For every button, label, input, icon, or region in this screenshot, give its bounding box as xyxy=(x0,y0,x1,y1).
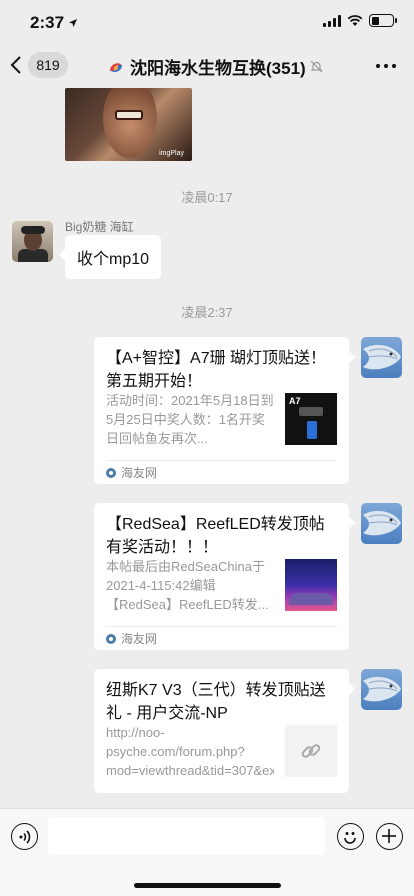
card-title: 【RedSea】ReefLED转发顶帖有奖活动！！！ xyxy=(106,516,325,556)
thumbnail-label: A7 xyxy=(289,396,301,406)
battery-icon xyxy=(369,14,397,27)
card-title: 【A+智控】A7珊 瑚灯顶贴送！第五期开始！ xyxy=(106,350,327,390)
link-icon xyxy=(301,744,321,758)
emoji-button[interactable] xyxy=(337,823,364,850)
unread-count-badge: 819 xyxy=(28,52,68,78)
card-title: 纽斯K7 V3（三代）转发顶贴送礼 - 用户交流-NP xyxy=(106,682,326,722)
plus-button[interactable] xyxy=(376,823,403,850)
status-bar: 2:37 xyxy=(0,0,414,46)
time-divider: 凌晨2:37 xyxy=(181,305,233,320)
link-card[interactable]: 【RedSea】ReefLED转发顶帖有奖活动！！！ 本帖最后由RedSeaCh… xyxy=(94,503,355,650)
my-avatar[interactable] xyxy=(361,669,402,710)
card-description: 本帖最后由RedSeaChina于2021-4-115:42编辑【RedSea】… xyxy=(106,559,269,612)
home-indicator[interactable] xyxy=(134,883,281,888)
more-dots-icon xyxy=(376,64,380,68)
image-watermark: imgPlay xyxy=(159,150,184,157)
voice-button[interactable] xyxy=(11,823,38,850)
fish-avatar-icon xyxy=(363,344,401,370)
group-logo-icon xyxy=(110,62,122,72)
fish-avatar-icon xyxy=(363,676,401,702)
link-card[interactable]: 【A+智控】A7珊 瑚灯顶贴送！第五期开始！ 活动时间：2021年5月18日到5… xyxy=(94,337,355,484)
my-avatar[interactable] xyxy=(361,503,402,544)
source-icon xyxy=(106,467,116,478)
card-thumbnail: A7 xyxy=(285,393,337,445)
sender-name: Big奶糖 海缸 xyxy=(65,220,134,234)
nav-bar: 819 沈阳海水生物互换(351) xyxy=(0,46,414,88)
status-indicators xyxy=(323,14,397,27)
more-button[interactable] xyxy=(376,64,396,68)
clock-text: 2:37 xyxy=(30,13,65,32)
source-icon xyxy=(106,633,116,644)
card-source-name: 海友网 xyxy=(121,466,158,480)
link-card[interactable]: 纽斯K7 V3（三代）转发顶贴送礼 - 用户交流-NP http://noo-p… xyxy=(94,669,355,793)
chat-area[interactable]: imgPlay 凌晨0:17 Big奶糖 海缸 收个mp10 凌晨2:37 【A… xyxy=(0,88,414,808)
wifi-icon xyxy=(347,14,363,26)
card-thumbnail xyxy=(285,559,337,611)
group-title: 沈阳海水生物互换(351) xyxy=(130,59,306,78)
plus-icon xyxy=(382,829,396,843)
card-thumbnail xyxy=(285,725,337,777)
back-button[interactable]: 819 xyxy=(10,52,68,78)
message-input[interactable] xyxy=(48,817,325,855)
image-message[interactable]: imgPlay xyxy=(65,88,192,161)
time-divider: 凌晨0:17 xyxy=(181,190,233,205)
card-description: 活动时间：2021年5月18日到5月25日中奖人数：1名开奖日回帖鱼友再次... xyxy=(106,393,274,446)
emoji-icon xyxy=(344,832,356,844)
location-arrow-icon xyxy=(69,19,78,27)
card-source: 海友网 xyxy=(106,626,337,650)
cellular-signal-icon xyxy=(323,14,341,27)
voice-icon xyxy=(19,829,30,844)
text-message[interactable]: 收个mp10 xyxy=(58,235,162,279)
chat-title[interactable]: 沈阳海水生物互换(351) xyxy=(106,54,323,79)
status-time: 2:37 xyxy=(30,13,78,33)
mute-bell-icon xyxy=(310,60,323,73)
fish-avatar-icon xyxy=(363,510,401,536)
my-avatar[interactable] xyxy=(361,337,402,378)
card-source: 海友网 xyxy=(106,460,337,484)
sender-avatar[interactable] xyxy=(12,221,53,262)
card-source-name: 海友网 xyxy=(121,632,158,646)
card-description: http://noo-psyche.com/forum.php?mod=view… xyxy=(106,725,274,778)
chevron-left-icon xyxy=(10,56,21,74)
